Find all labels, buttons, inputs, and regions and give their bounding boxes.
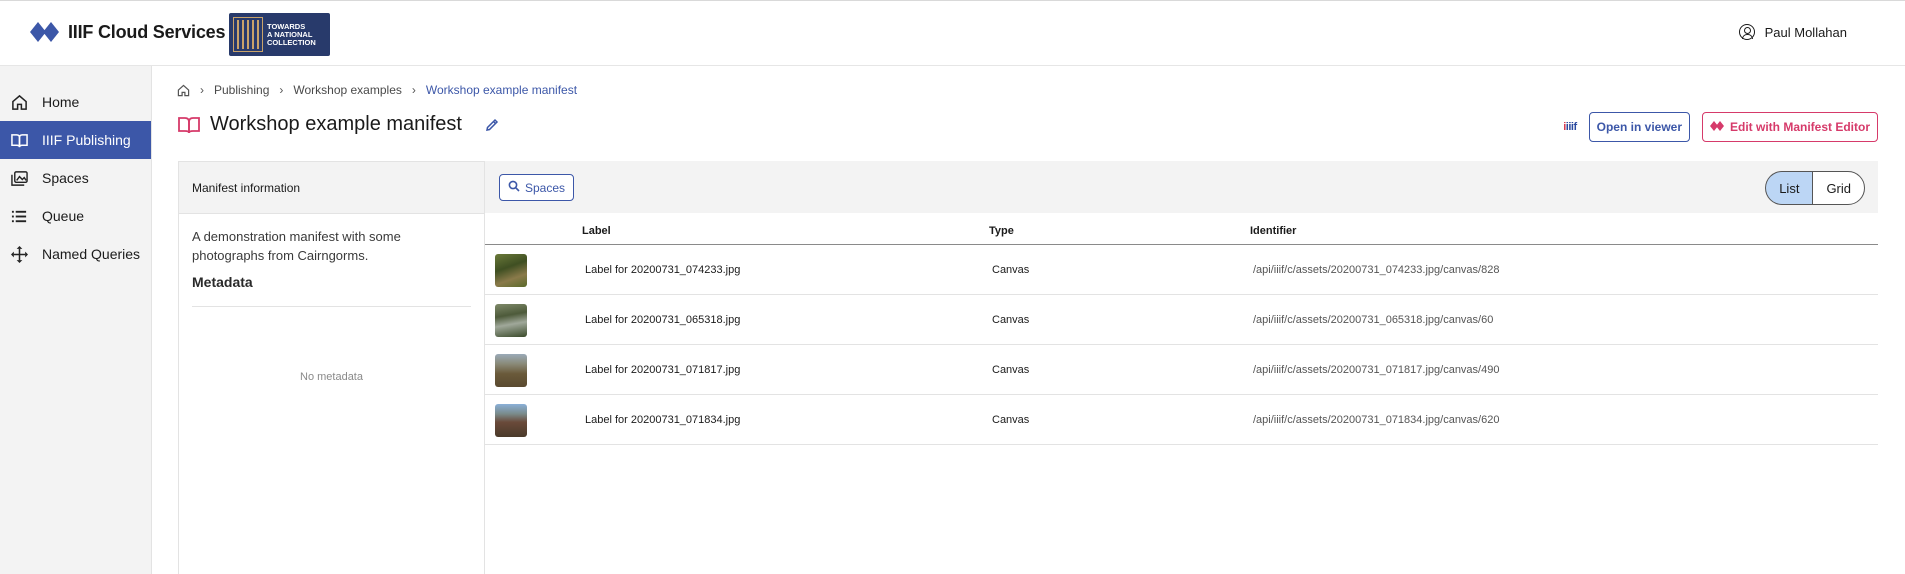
- spaces-icon: [10, 169, 28, 187]
- pencil-edit-icon[interactable]: [484, 117, 500, 133]
- table-row[interactable]: Label for 20200731_071834.jpg Canvas /ap…: [485, 395, 1878, 445]
- canvas-thumbnail[interactable]: [495, 354, 527, 387]
- partner-logo: TOWARDS A NATIONAL COLLECTION: [229, 13, 330, 56]
- home-icon[interactable]: [177, 84, 190, 97]
- canvas-toolbar: Spaces List Grid: [485, 161, 1878, 213]
- canvas-label: Label for 20200731_074233.jpg: [585, 264, 741, 276]
- app-header: IIIF Cloud Services TOWARDS A NATIONAL C…: [0, 0, 1905, 66]
- view-list-button[interactable]: List: [1765, 171, 1813, 205]
- edit-button-label: Edit with Manifest Editor: [1730, 120, 1870, 134]
- column-header-identifier[interactable]: Identifier: [1250, 225, 1296, 237]
- page-header: Workshop example manifest: [178, 113, 500, 136]
- manifest-info-panel: Manifest information A demonstration man…: [178, 161, 485, 574]
- book-icon: [10, 131, 28, 149]
- canvas-identifier: /api/iiif/c/assets/20200731_065318.jpg/c…: [1253, 314, 1494, 326]
- manifest-book-icon: [178, 115, 200, 135]
- open-in-viewer-button[interactable]: Open in viewer: [1588, 112, 1690, 142]
- partner-logo-text: TOWARDS A NATIONAL COLLECTION: [267, 21, 316, 47]
- table-header: Label Type Identifier: [485, 213, 1878, 245]
- canvas-label: Label for 20200731_071817.jpg: [585, 364, 741, 376]
- table-row[interactable]: Label for 20200731_074233.jpg Canvas /ap…: [485, 245, 1878, 295]
- list-icon: [10, 207, 28, 225]
- chevron-right-icon: ›: [411, 83, 416, 97]
- sidebar-item-iiif-publishing[interactable]: IIIF Publishing: [0, 121, 151, 159]
- search-icon: [508, 180, 520, 195]
- breadcrumb-item[interactable]: Workshop examples: [293, 83, 402, 97]
- canvas-thumbnail[interactable]: [495, 254, 527, 287]
- iiif-badge-icon[interactable]: iiiif: [1563, 121, 1577, 133]
- sidebar-item-label: Queue: [42, 208, 85, 224]
- iiif-logo-icon: [30, 21, 60, 43]
- sidebar-item-label: Spaces: [42, 170, 89, 186]
- move-icon: [10, 245, 28, 263]
- sidebar-item-queue[interactable]: Queue: [0, 197, 151, 235]
- column-header-type[interactable]: Type: [989, 225, 1014, 237]
- manifest-description: A demonstration manifest with some photo…: [192, 229, 401, 263]
- canvas-list-panel: Spaces List Grid Label Type Identifier L…: [485, 161, 1878, 574]
- brand-name: IIIF Cloud Services: [68, 21, 226, 42]
- divider: [192, 306, 471, 307]
- sidebar: Home IIIF Publishing Spaces Queue Named …: [0, 66, 152, 574]
- partner-logo-icon: [233, 17, 263, 52]
- canvas-identifier: /api/iiif/c/assets/20200731_071817.jpg/c…: [1253, 364, 1500, 376]
- canvas-type: Canvas: [992, 364, 1030, 376]
- no-metadata-text: No metadata: [300, 371, 363, 383]
- sidebar-item-label: IIIF Publishing: [42, 132, 131, 148]
- table-row[interactable]: Label for 20200731_065318.jpg Canvas /ap…: [485, 295, 1878, 345]
- page-actions: iiiif Open in viewer Edit with Manifest …: [1563, 112, 1878, 142]
- home-icon: [10, 93, 28, 111]
- manifest-editor-icon: [1710, 120, 1724, 134]
- column-header-label[interactable]: Label: [582, 225, 611, 237]
- breadcrumb-current[interactable]: Workshop example manifest: [426, 83, 577, 97]
- sidebar-item-home[interactable]: Home: [0, 83, 151, 121]
- metadata-heading: Metadata: [192, 274, 253, 290]
- user-menu[interactable]: Paul Mollahan: [1738, 24, 1847, 40]
- sidebar-item-named-queries[interactable]: Named Queries: [0, 235, 151, 273]
- sidebar-item-label: Home: [42, 94, 80, 110]
- canvas-type: Canvas: [992, 264, 1030, 276]
- table-row[interactable]: Label for 20200731_071817.jpg Canvas /ap…: [485, 345, 1878, 395]
- canvas-thumbnail[interactable]: [495, 304, 527, 337]
- canvas-type: Canvas: [992, 314, 1030, 326]
- canvas-type: Canvas: [992, 414, 1030, 426]
- user-name: Paul Mollahan: [1764, 24, 1847, 40]
- breadcrumb: › Publishing › Workshop examples › Works…: [177, 83, 577, 97]
- chevron-right-icon: ›: [279, 83, 284, 97]
- canvas-identifier: /api/iiif/c/assets/20200731_071834.jpg/c…: [1253, 414, 1500, 426]
- canvas-identifier: /api/iiif/c/assets/20200731_074233.jpg/c…: [1253, 264, 1500, 276]
- spaces-button-label: Spaces: [525, 180, 566, 195]
- manifest-info-heading: Manifest information: [179, 162, 484, 214]
- view-toggle: List Grid: [1765, 171, 1865, 205]
- spaces-search-button[interactable]: Spaces: [499, 174, 575, 201]
- canvas-label: Label for 20200731_071834.jpg: [585, 414, 741, 426]
- view-grid-button[interactable]: Grid: [1812, 171, 1865, 205]
- canvas-thumbnail[interactable]: [495, 404, 527, 437]
- sidebar-item-label: Named Queries: [42, 246, 141, 262]
- edit-with-manifest-editor-button[interactable]: Edit with Manifest Editor: [1702, 112, 1878, 142]
- sidebar-item-spaces[interactable]: Spaces: [0, 159, 151, 197]
- brand[interactable]: IIIF Cloud Services: [30, 21, 225, 43]
- page-title: Workshop example manifest: [210, 113, 462, 135]
- chevron-right-icon: ›: [200, 83, 204, 97]
- canvas-label: Label for 20200731_065318.jpg: [585, 314, 741, 326]
- breadcrumb-item[interactable]: Publishing: [214, 83, 269, 97]
- user-circle-icon: [1738, 24, 1755, 40]
